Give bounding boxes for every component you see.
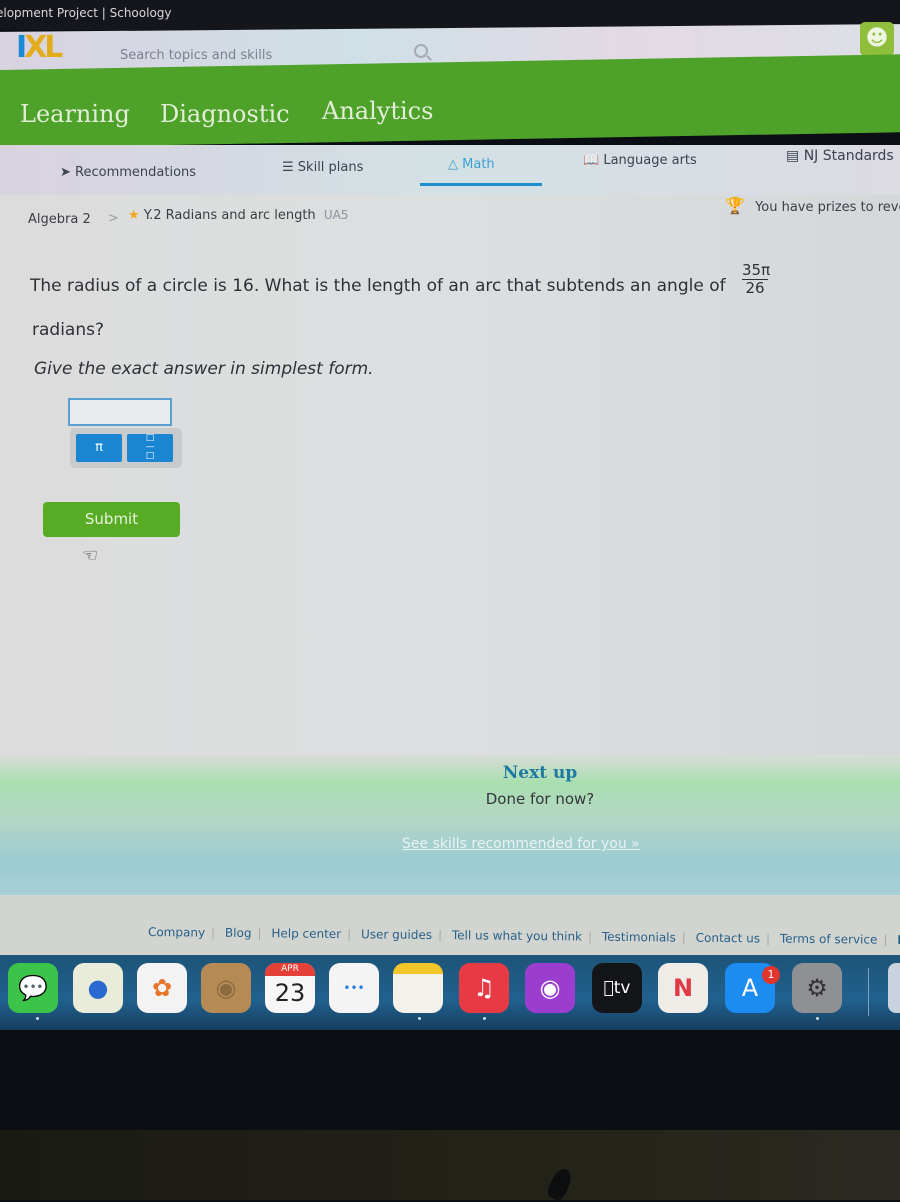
dock-finder-window[interactable] — [888, 963, 900, 1013]
dock-contacts[interactable]: ◉ — [201, 963, 251, 1013]
book-icon: 📖 — [583, 153, 600, 168]
breadcrumb-subject[interactable]: Algebra 2 — [28, 212, 91, 227]
person-icon: ☻ — [865, 26, 889, 51]
tab-title[interactable]: elopment Project | Schoology — [0, 6, 172, 20]
fraction-key[interactable]: □ — □ — [127, 434, 173, 462]
trophy-icon: 🏆 — [725, 196, 745, 215]
footer-link-terms[interactable]: Terms of service — [780, 932, 878, 947]
app-store-icon: A — [741, 974, 759, 1002]
dock-apple-tv[interactable]: tv — [592, 963, 642, 1013]
subnav-nj-standards[interactable]: ▤ NJ Standards — [786, 148, 894, 164]
ixl-logo[interactable]: IXL — [16, 30, 63, 65]
fraction-icon: □ — □ — [145, 433, 155, 461]
answer-input[interactable] — [68, 398, 172, 426]
apple-tv-icon:  — [604, 978, 614, 998]
dock-maps[interactable]: ● — [73, 963, 123, 1013]
monitor-bezel — [0, 1030, 900, 1130]
prizes-banner[interactable]: 🏆 You have prizes to reveal — [725, 196, 900, 215]
see-recommended-skills-link[interactable]: See skills recommended for you » — [402, 836, 640, 852]
dock-reminders[interactable]: ••• — [329, 963, 379, 1013]
question-text: The radius of a circle is 16. What is th… — [30, 276, 726, 296]
running-indicator — [418, 1017, 421, 1020]
gear-icon: ⚙ — [806, 974, 828, 1002]
math-shapes-icon: △ — [448, 157, 458, 172]
skill-code: UA5 — [323, 208, 349, 222]
dock-calendar[interactable]: APR 23 — [265, 963, 315, 1013]
user-account-button[interactable]: ☻ — [860, 22, 894, 56]
pi-key[interactable]: π — [76, 434, 122, 462]
angle-fraction: 35π 26 — [742, 261, 771, 297]
calendar-day: 23 — [274, 979, 306, 1007]
footer-link-testimonials[interactable]: Testimonials — [602, 930, 676, 945]
footer — [0, 895, 900, 955]
fraction-numerator: 35π — [742, 261, 771, 280]
dock-system-preferences[interactable]: ⚙ — [792, 963, 842, 1013]
next-up-subtitle: Done for now? — [485, 790, 595, 808]
breadcrumb-skill: ★ Y.2 Radians and arc length UA5 — [128, 208, 349, 223]
subnav-skill-plans[interactable]: ☰ Skill plans — [282, 160, 363, 175]
monitor-chin — [0, 1130, 900, 1200]
dock-photos[interactable]: ✿ — [137, 963, 187, 1013]
signpost-icon: ➤ — [60, 165, 71, 180]
running-indicator — [483, 1017, 486, 1020]
dock-podcasts[interactable]: ◉ — [525, 963, 575, 1013]
hand-cursor-icon: ☜ — [82, 545, 99, 566]
main-nav-bar — [0, 54, 900, 148]
calendar-month: APR — [265, 963, 315, 976]
math-keypad: π □ — □ — [70, 428, 182, 468]
music-icon: ♫ — [473, 974, 495, 1002]
search-placeholder: Search topics and skills — [120, 48, 273, 63]
footer-link-help-center[interactable]: Help center — [271, 926, 341, 941]
question-text-continued: radians? — [32, 320, 104, 340]
clipboard-icon: ▤ — [786, 148, 800, 164]
footer-link-contact-us[interactable]: Contact us — [696, 931, 761, 946]
news-icon: N — [672, 974, 694, 1002]
instruction-text: Give the exact answer in simplest form. — [34, 359, 374, 379]
breadcrumb-separator: > — [108, 211, 119, 226]
next-up-title: Next up — [502, 763, 578, 783]
maps-icon: ● — [87, 974, 109, 1002]
nav-diagnostic[interactable]: Diagnostic — [160, 100, 290, 128]
messages-icon: 💬 — [18, 974, 48, 1002]
dock-separator — [868, 968, 869, 1016]
footer-link-feedback[interactable]: Tell us what you think — [452, 928, 582, 943]
submit-button[interactable]: Submit — [43, 502, 180, 537]
photos-icon: ✿ — [151, 974, 173, 1002]
app-store-badge: 1 — [762, 966, 780, 984]
active-tab-indicator — [420, 183, 542, 186]
footer-link-company[interactable]: Company — [148, 925, 205, 940]
dock-messages[interactable]: 💬 — [8, 963, 58, 1013]
subnav-recommendations[interactable]: ➤ Recommendations — [60, 165, 196, 180]
screen: elopment Project | Schoology IXL Search … — [0, 0, 900, 1202]
fraction-denominator: 26 — [745, 279, 765, 297]
subnav-math[interactable]: △ Math — [448, 157, 495, 172]
running-indicator — [36, 1017, 39, 1020]
contacts-icon: ◉ — [215, 974, 237, 1002]
dock-notes[interactable] — [393, 963, 443, 1013]
skill-plan-icon: ☰ — [282, 160, 294, 175]
running-indicator — [816, 1017, 819, 1020]
footer-link-user-guides[interactable]: User guides — [361, 927, 432, 942]
nav-learning[interactable]: Learning — [20, 100, 130, 128]
podcasts-icon: ◉ — [539, 974, 561, 1002]
search-icon[interactable] — [414, 44, 428, 58]
dock-news[interactable]: N — [658, 963, 708, 1013]
star-icon: ★ — [128, 208, 140, 223]
reminders-icon: ••• — [343, 981, 365, 995]
footer-link-blog[interactable]: Blog — [225, 926, 252, 940]
subnav-language-arts[interactable]: 📖 Language arts — [583, 153, 697, 168]
nav-analytics[interactable]: Analytics — [322, 97, 433, 125]
dock-music[interactable]: ♫ — [459, 963, 509, 1013]
